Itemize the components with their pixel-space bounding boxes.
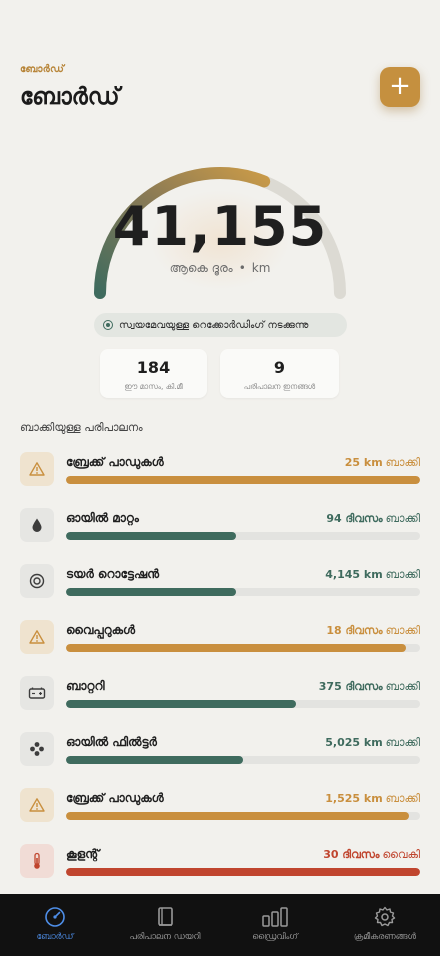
odometer-label: ആകെ ദൂരം bbox=[169, 261, 233, 275]
tab-label: ബോർഡ് bbox=[36, 932, 74, 942]
item-amount: 375 ദിവസം bbox=[318, 680, 383, 693]
odometer-separator: • bbox=[238, 261, 246, 275]
tab-driving[interactable]: ഡ്രൈവിംഗ് bbox=[220, 894, 330, 956]
item-progress-fill bbox=[66, 476, 420, 484]
tab-label: ഡ്രൈവിംഗ് bbox=[252, 932, 298, 942]
maintenance-item[interactable]: ബ്രേക്ക് പാഡുകൾ 1,525 km ബാക്കി bbox=[20, 788, 420, 828]
maintenance-item[interactable]: കൂളന്റ് 30 ദിവസം വൈകി bbox=[20, 844, 420, 884]
item-amount: 4,145 km bbox=[325, 568, 383, 581]
item-remaining: 25 km ബാക്കി bbox=[345, 456, 420, 470]
stat-value: 184 bbox=[136, 358, 171, 377]
item-suffix: വൈകി bbox=[382, 848, 420, 861]
item-suffix: ബാക്കി bbox=[385, 512, 420, 525]
odometer-caption: ആകെ ദൂരം • km bbox=[0, 261, 440, 276]
tab-board[interactable]: ബോർഡ് bbox=[0, 894, 110, 956]
page-title: ബോർഡ് bbox=[20, 84, 120, 110]
item-remaining: 1,525 km ബാക്കി bbox=[325, 792, 420, 806]
item-progress-bar bbox=[66, 588, 420, 596]
book-icon bbox=[110, 906, 220, 928]
stat-maintenance-items: 9 പരിപാലന ഇനങ്ങൾ bbox=[220, 349, 339, 398]
item-amount: 1,525 km bbox=[325, 792, 383, 805]
item-progress-fill bbox=[66, 812, 410, 820]
filter-icon bbox=[20, 732, 54, 766]
record-icon bbox=[103, 320, 113, 330]
gear-icon bbox=[330, 906, 440, 928]
item-amount: 25 km bbox=[344, 456, 383, 469]
item-remaining: 5,025 km ബാക്കി bbox=[325, 736, 420, 750]
item-amount: 5,025 km bbox=[325, 736, 383, 749]
warning-icon bbox=[20, 620, 54, 654]
maintenance-item[interactable]: വൈപ്പറുകൾ 18 ദിവസം ബാക്കി bbox=[20, 620, 420, 660]
odometer-gauge: 41,155 ആകെ ദൂരം • km bbox=[0, 150, 440, 310]
item-progress-fill bbox=[66, 588, 236, 596]
item-name: ടയർ റൊട്ടേഷൻ bbox=[66, 567, 160, 581]
header: ബോർഡ് ബോർഡ് + bbox=[20, 64, 420, 124]
item-remaining: 30 ദിവസം വൈകി bbox=[323, 848, 420, 862]
tab-label: ക്രമീകരണങ്ങൾ bbox=[353, 932, 417, 942]
item-suffix: ബാക്കി bbox=[385, 624, 420, 637]
odometer-value: 41,155 bbox=[112, 195, 328, 258]
maintenance-item[interactable]: ഓയിൽ മാറ്റം 94 ദിവസം ബാക്കി bbox=[20, 508, 420, 548]
item-progress-bar bbox=[66, 700, 420, 708]
item-name: ബ്രേക്ക് പാഡുകൾ bbox=[66, 791, 164, 805]
oil-drop-icon bbox=[20, 508, 54, 542]
item-remaining: 375 ദിവസം ബാക്കി bbox=[319, 680, 420, 694]
item-name: ഓയിൽ മാറ്റം bbox=[66, 511, 139, 525]
item-progress-bar bbox=[66, 476, 420, 484]
item-progress-bar bbox=[66, 868, 420, 876]
stat-label: പരിപാലന ഇനങ്ങൾ bbox=[243, 382, 316, 391]
bar-chart-icon bbox=[220, 906, 330, 928]
item-name: കൂളന്റ് bbox=[66, 847, 100, 861]
item-progress-bar bbox=[66, 812, 420, 820]
maintenance-item[interactable]: ബ്രേക്ക് പാഡുകൾ 25 km ബാക്കി bbox=[20, 452, 420, 492]
maintenance-item[interactable]: ബാറ്ററി 375 ദിവസം ബാക്കി bbox=[20, 676, 420, 716]
recording-text: സ്വയമേവയുള്ള റെക്കോർഡിംഗ് നടക്കുന്നു bbox=[119, 319, 309, 331]
dashboard-gauge-icon bbox=[0, 906, 110, 928]
tire-icon bbox=[20, 564, 54, 598]
item-name: ഓയിൽ ഫിൽട്ടർ bbox=[66, 735, 157, 749]
item-progress-fill bbox=[66, 756, 243, 764]
section-title: ബാക്കിയുള്ള പരിപാലനം bbox=[20, 421, 143, 434]
item-amount: 30 ദിവസം bbox=[323, 848, 380, 861]
add-button[interactable]: + bbox=[380, 67, 420, 107]
item-remaining: 94 ദിവസം ബാക്കി bbox=[326, 512, 420, 526]
warning-icon bbox=[20, 788, 54, 822]
maintenance-item[interactable]: ടയർ റൊട്ടേഷൻ 4,145 km ബാക്കി bbox=[20, 564, 420, 604]
item-progress-bar bbox=[66, 756, 420, 764]
item-progress-fill bbox=[66, 868, 420, 876]
recording-status: സ്വയമേവയുള്ള റെക്കോർഡിംഗ് നടക്കുന്നു bbox=[94, 313, 347, 337]
item-remaining: 18 ദിവസം ബാക്കി bbox=[326, 624, 420, 638]
item-progress-bar bbox=[66, 532, 420, 540]
tab-settings[interactable]: ക്രമീകരണങ്ങൾ bbox=[330, 894, 440, 956]
stat-monthly-km: 184 ഈ മാസം, കി.മീ bbox=[100, 349, 207, 398]
odometer-unit: km bbox=[251, 261, 271, 275]
battery-icon bbox=[20, 676, 54, 710]
item-suffix: ബാക്കി bbox=[385, 568, 420, 581]
warning-icon bbox=[20, 452, 54, 486]
item-name: ബാറ്ററി bbox=[66, 679, 105, 693]
item-remaining: 4,145 km ബാക്കി bbox=[325, 568, 420, 582]
item-name: ബ്രേക്ക് പാഡുകൾ bbox=[66, 455, 164, 469]
item-progress-bar bbox=[66, 644, 420, 652]
item-suffix: ബാക്കി bbox=[385, 736, 420, 749]
stat-value: 9 bbox=[273, 358, 286, 377]
item-amount: 94 ദിവസം bbox=[326, 512, 383, 525]
tab-label: പരിപാലന ഡയറി bbox=[129, 932, 201, 942]
stat-label: ഈ മാസം, കി.മീ bbox=[124, 382, 183, 391]
thermometer-icon bbox=[20, 844, 54, 878]
item-suffix: ബാക്കി bbox=[385, 680, 420, 693]
tab-maintenance-diary[interactable]: പരിപാലന ഡയറി bbox=[110, 894, 220, 956]
item-progress-fill bbox=[66, 644, 406, 652]
item-suffix: ബാക്കി bbox=[385, 456, 420, 469]
item-name: വൈപ്പറുകൾ bbox=[66, 623, 136, 637]
item-progress-fill bbox=[66, 700, 297, 708]
tab-bar: ബോർഡ് പരിപാലന ഡയറി ഡ്രൈവിംഗ് ക്രമീകരണങ്ങ… bbox=[0, 894, 440, 956]
maintenance-item[interactable]: ഓയിൽ ഫിൽട്ടർ 5,025 km ബാക്കി bbox=[20, 732, 420, 772]
item-amount: 18 ദിവസം bbox=[326, 624, 383, 637]
page-eyebrow: ബോർഡ് bbox=[20, 64, 65, 75]
item-progress-fill bbox=[66, 532, 236, 540]
item-suffix: ബാക്കി bbox=[385, 792, 420, 805]
